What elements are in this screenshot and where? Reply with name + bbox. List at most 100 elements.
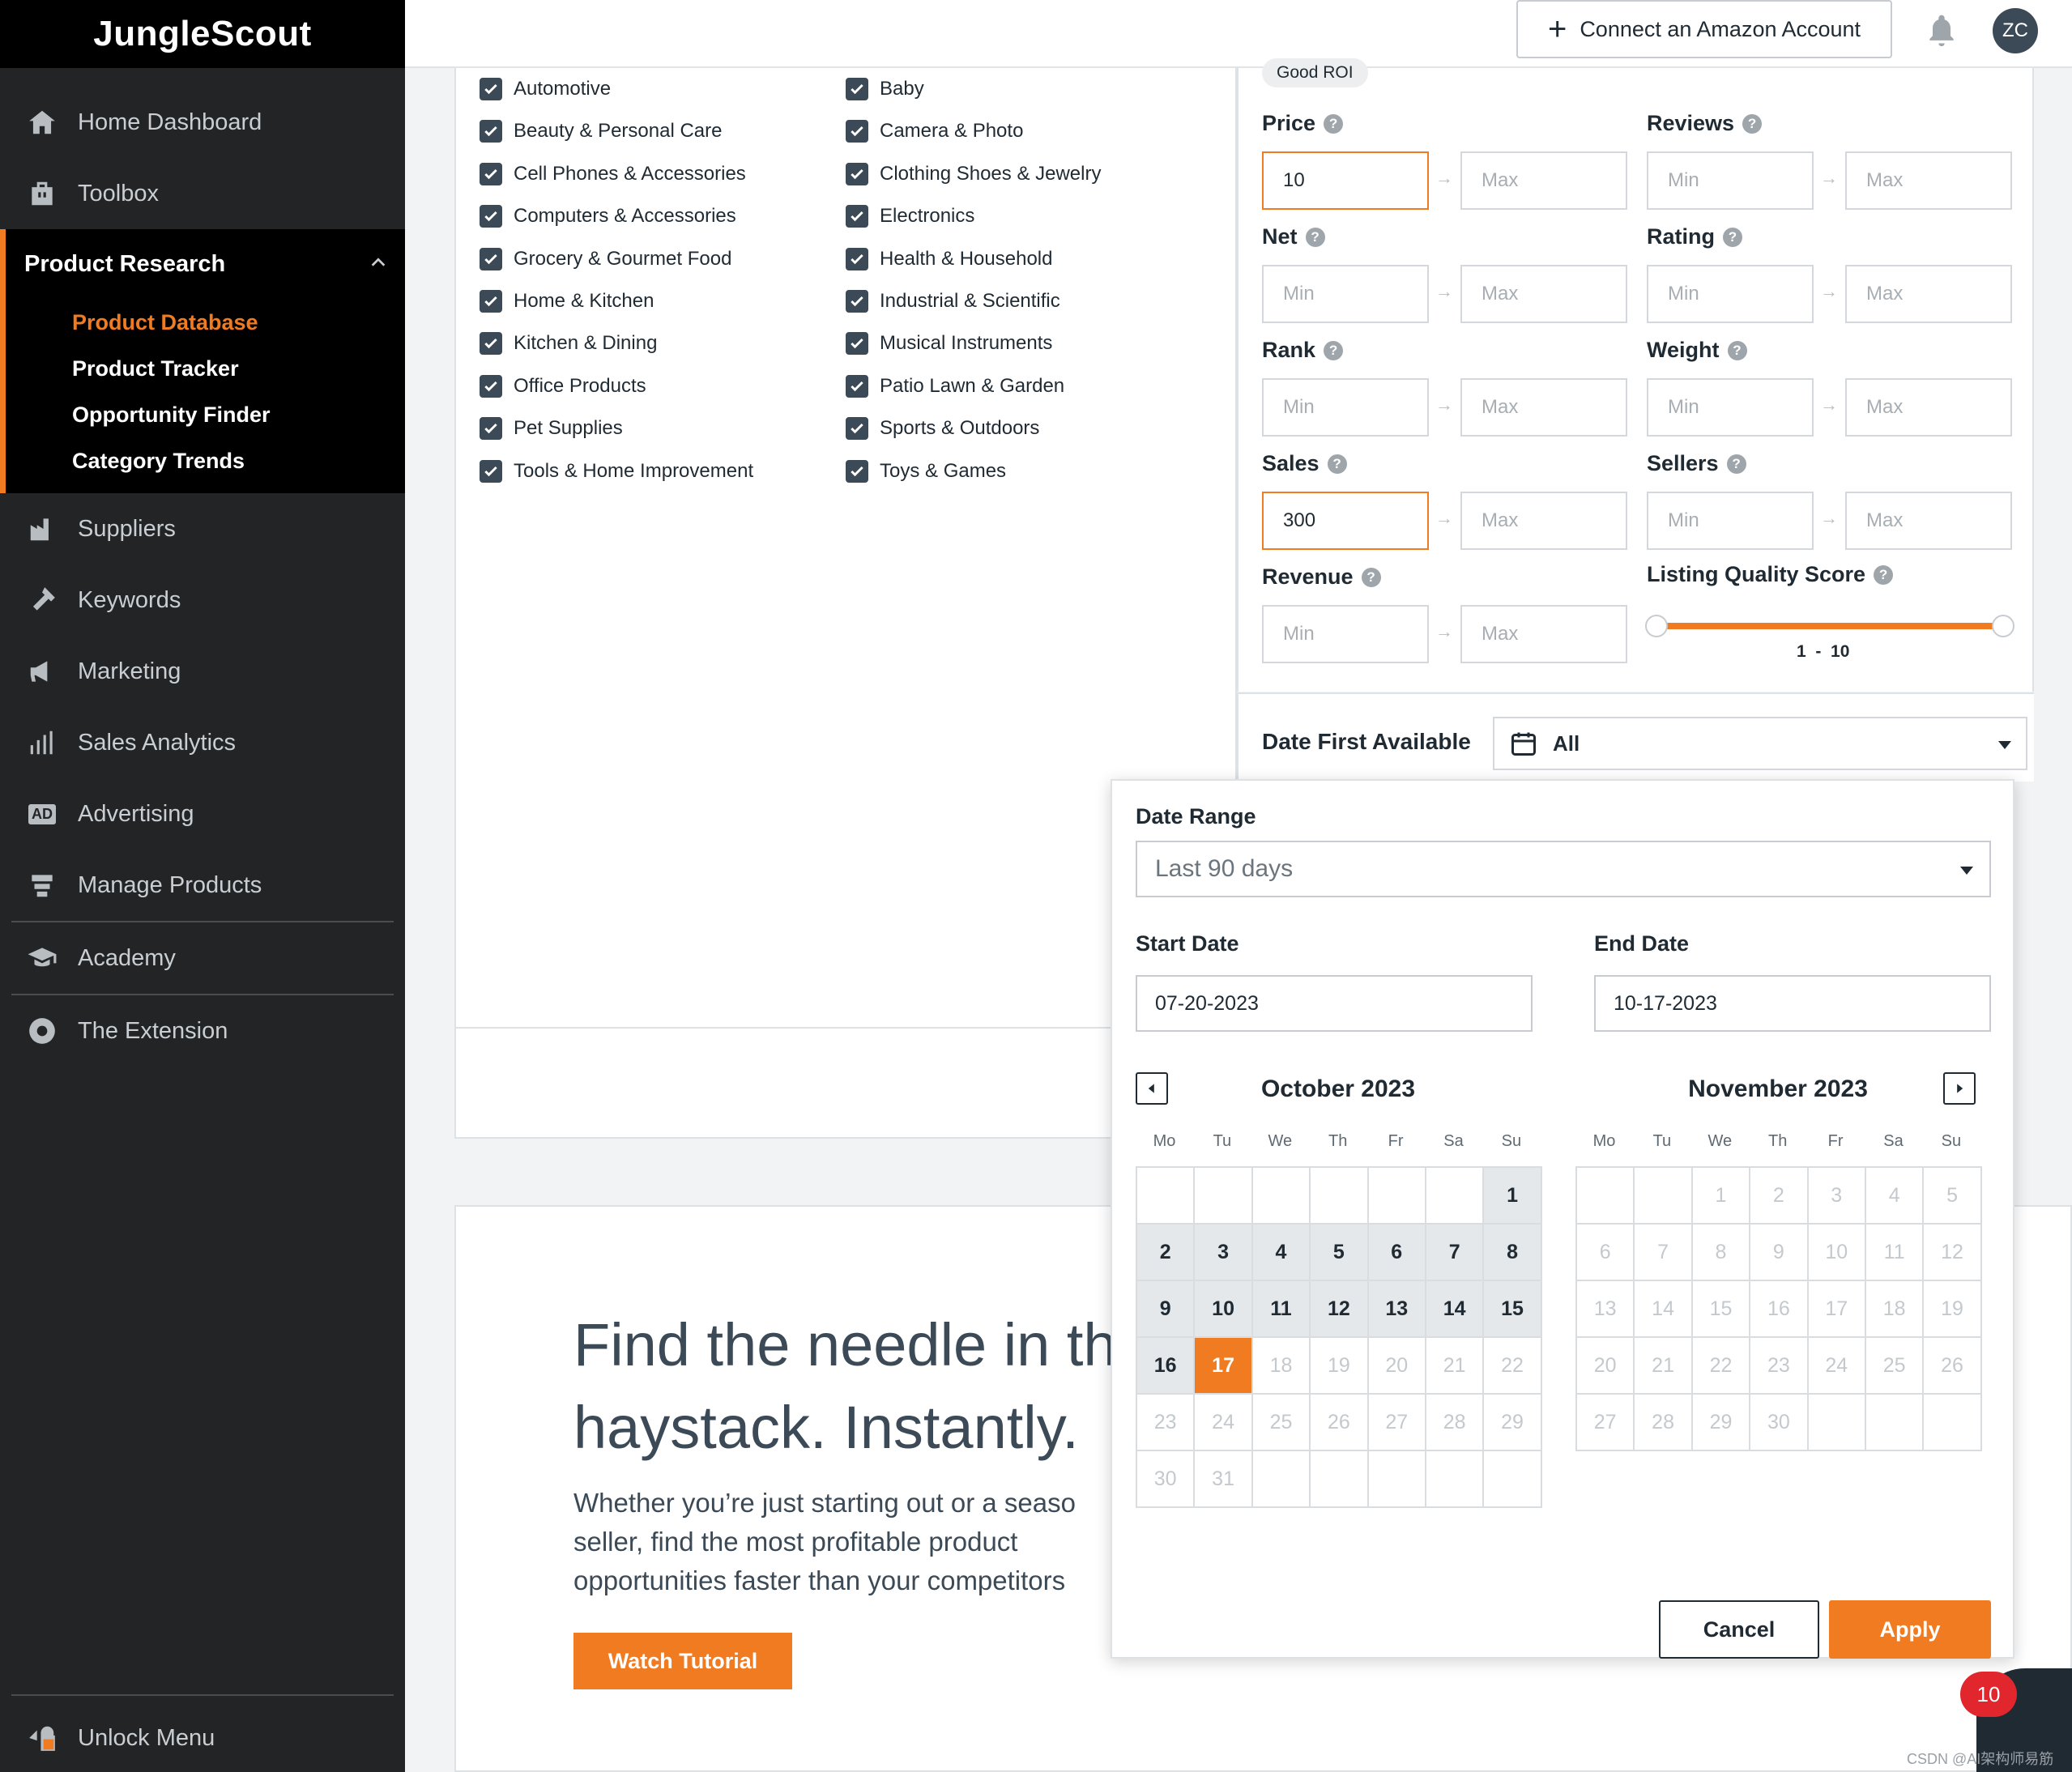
calendar-day[interactable]: 13	[1368, 1281, 1426, 1338]
checkbox-checked-icon[interactable]	[846, 332, 868, 356]
sales-min-input[interactable]	[1262, 492, 1429, 550]
category-checkbox-item[interactable]: Sports & Outdoors	[846, 417, 1039, 441]
calendar-day[interactable]: 3	[1195, 1225, 1253, 1281]
checkbox-checked-icon[interactable]	[480, 417, 502, 441]
rating-min-input[interactable]	[1647, 265, 1814, 323]
help-icon[interactable]: ?	[1726, 454, 1746, 474]
checkbox-checked-icon[interactable]	[846, 374, 868, 398]
calendar-day[interactable]: 10	[1195, 1281, 1253, 1338]
checkbox-checked-icon[interactable]	[480, 459, 502, 483]
sidebar-subitem-product-tracker[interactable]: Product Tracker	[72, 356, 239, 381]
checkbox-checked-icon[interactable]	[480, 374, 502, 398]
chevron-up-icon[interactable]	[369, 253, 387, 271]
listing-quality-score-slider[interactable]	[1656, 623, 2004, 629]
category-checkbox-item[interactable]: Automotive	[480, 78, 611, 100]
category-checkbox-item[interactable]: Tools & Home Improvement	[480, 459, 753, 483]
start-date-input[interactable]: 07-20-2023	[1136, 975, 1533, 1032]
category-checkbox-item[interactable]: Pet Supplies	[480, 417, 623, 441]
price-max-input[interactable]	[1460, 151, 1627, 210]
category-checkbox-item[interactable]: Clothing Shoes & Jewelry	[846, 162, 1101, 185]
calendar-day[interactable]: 16	[1137, 1338, 1196, 1395]
date-first-available-select[interactable]: All	[1493, 717, 2027, 770]
help-icon[interactable]: ?	[1324, 113, 1344, 134]
good-roi-tag[interactable]: Good ROI	[1262, 58, 1368, 87]
checkbox-checked-icon[interactable]	[480, 332, 502, 356]
sidebar-item-keywords[interactable]: Keywords	[0, 564, 405, 636]
sidebar-item-sales-analytics[interactable]: Sales Analytics	[0, 707, 405, 778]
category-checkbox-item[interactable]: Home & Kitchen	[480, 290, 654, 313]
help-icon[interactable]: ?	[1874, 564, 1894, 585]
category-checkbox-item[interactable]: Musical Instruments	[846, 332, 1052, 356]
reviews-max-input[interactable]	[1845, 151, 2012, 210]
calendar-day[interactable]: 5	[1311, 1225, 1369, 1281]
category-checkbox-item[interactable]: Patio Lawn & Garden	[846, 374, 1064, 398]
category-checkbox-item[interactable]: Camera & Photo	[846, 120, 1023, 143]
slider-max-handle[interactable]	[1992, 615, 2014, 637]
sales-max-input[interactable]	[1460, 492, 1627, 550]
help-icon[interactable]: ?	[1742, 113, 1763, 134]
sidebar-item-product-research[interactable]: Product Research	[6, 229, 405, 299]
calendar-day[interactable]: 17	[1195, 1338, 1253, 1395]
category-checkbox-item[interactable]: Office Products	[480, 374, 646, 398]
category-checkbox-item[interactable]: Grocery & Gourmet Food	[480, 247, 731, 270]
sidebar-subitem-product-database[interactable]: Product Database	[72, 310, 258, 335]
checkbox-checked-icon[interactable]	[480, 205, 502, 228]
sidebar-item-toolbox[interactable]: Toolbox	[0, 158, 405, 229]
calendar-day[interactable]: 8	[1484, 1225, 1542, 1281]
sidebar-item-home-dashboard[interactable]: Home Dashboard	[0, 87, 405, 158]
checkbox-checked-icon[interactable]	[846, 459, 868, 483]
help-icon[interactable]: ?	[1723, 227, 1742, 247]
slider-min-handle[interactable]	[1645, 615, 1668, 637]
checkbox-checked-icon[interactable]	[846, 120, 868, 143]
apply-button[interactable]: Apply	[1829, 1600, 1991, 1659]
checkbox-checked-icon[interactable]	[480, 162, 502, 185]
category-checkbox-item[interactable]: Health & Household	[846, 247, 1052, 270]
weight-min-input[interactable]	[1647, 378, 1814, 437]
reviews-min-input[interactable]	[1647, 151, 1814, 210]
help-icon[interactable]: ?	[1324, 340, 1344, 360]
calendar-day[interactable]: 11	[1252, 1281, 1311, 1338]
help-icon[interactable]: ?	[1361, 567, 1381, 587]
rank-min-input[interactable]	[1262, 378, 1429, 437]
checkbox-checked-icon[interactable]	[846, 247, 868, 270]
sidebar-item-the-extension[interactable]: The Extension	[0, 995, 405, 1067]
help-icon[interactable]: ?	[1727, 340, 1747, 360]
calendar-day[interactable]: 15	[1484, 1281, 1542, 1338]
rank-max-input[interactable]	[1460, 378, 1627, 437]
revenue-min-input[interactable]	[1262, 605, 1429, 663]
checkbox-checked-icon[interactable]	[480, 247, 502, 270]
category-checkbox-item[interactable]: Industrial & Scientific	[846, 290, 1060, 313]
sellers-max-input[interactable]	[1845, 492, 2012, 550]
sidebar-item-advertising[interactable]: AD Advertising	[0, 778, 405, 850]
checkbox-checked-icon[interactable]	[846, 205, 868, 228]
sidebar-subitem-category-trends[interactable]: Category Trends	[72, 449, 245, 474]
checkbox-checked-icon[interactable]	[480, 290, 502, 313]
checkbox-checked-icon[interactable]	[846, 290, 868, 313]
help-icon[interactable]: ?	[1305, 227, 1325, 247]
sidebar-item-manage-products[interactable]: Manage Products	[0, 850, 405, 921]
category-checkbox-item[interactable]: Computers & Accessories	[480, 205, 736, 228]
cancel-button[interactable]: Cancel	[1659, 1600, 1819, 1659]
category-checkbox-item[interactable]: Kitchen & Dining	[480, 332, 657, 356]
connect-amazon-account-button[interactable]: + Connect an Amazon Account	[1516, 0, 1892, 58]
notification-bell-icon[interactable]	[1924, 11, 1959, 49]
calendar-day[interactable]: 7	[1426, 1225, 1485, 1281]
sidebar-item-academy[interactable]: Academy	[0, 922, 405, 994]
net-max-input[interactable]	[1460, 265, 1627, 323]
user-avatar[interactable]: ZC	[1993, 8, 2038, 53]
rating-max-input[interactable]	[1845, 265, 2012, 323]
calendar-day[interactable]: 6	[1368, 1225, 1426, 1281]
checkbox-checked-icon[interactable]	[846, 417, 868, 441]
calendar-day[interactable]: 12	[1311, 1281, 1369, 1338]
date-range-select[interactable]: Last 90 days	[1136, 841, 1991, 897]
chat-notification-badge[interactable]: 10	[1960, 1672, 2017, 1717]
category-checkbox-item[interactable]: Toys & Games	[846, 459, 1006, 483]
weight-max-input[interactable]	[1845, 378, 2012, 437]
calendar-day[interactable]: 9	[1137, 1281, 1196, 1338]
calendar-day[interactable]: 4	[1252, 1225, 1311, 1281]
category-checkbox-item[interactable]: Electronics	[846, 205, 974, 228]
help-icon[interactable]: ?	[1327, 454, 1347, 474]
category-checkbox-item[interactable]: Baby	[846, 78, 924, 100]
net-min-input[interactable]	[1262, 265, 1429, 323]
price-min-input[interactable]	[1262, 151, 1429, 210]
